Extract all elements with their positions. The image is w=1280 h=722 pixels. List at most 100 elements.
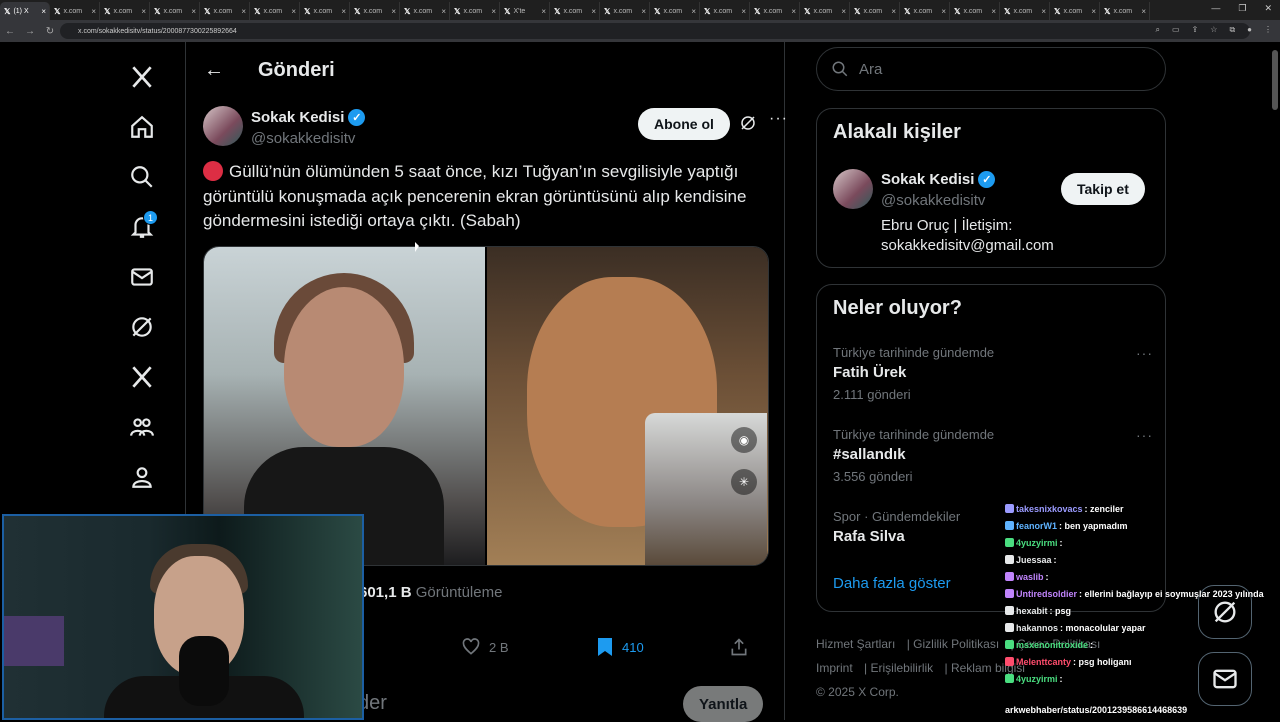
close-window-icon[interactable]: ✕: [1264, 3, 1272, 14]
chat-badge-icon: [1005, 640, 1014, 649]
browser-tab[interactable]: 𝕏x.com ×: [250, 2, 300, 20]
tab-close-icon[interactable]: ×: [1141, 7, 1146, 16]
menu-icon[interactable]: ⋮: [1264, 25, 1272, 35]
footer-link[interactable]: Erişilebilirlik: [870, 661, 933, 675]
browser-tab[interactable]: 𝕏 X'te ×: [500, 2, 550, 20]
browser-tab[interactable]: 𝕏x.com ×: [800, 2, 850, 20]
forward-nav-icon[interactable]: →: [20, 26, 40, 37]
browser-tab[interactable]: 𝕏x.com ×: [150, 2, 200, 20]
reload-icon[interactable]: ↻: [40, 26, 60, 37]
tab-close-icon[interactable]: ×: [591, 7, 596, 16]
chat-badge-icon: [1005, 572, 1014, 581]
grok-icon[interactable]: [120, 302, 164, 352]
trend-item[interactable]: Türkiye tarihinde gündemde Fatih Ürek 2.…: [833, 345, 1153, 402]
restore-icon[interactable]: ❐: [1238, 3, 1246, 14]
footer-link[interactable]: Gizlilik Politikası: [913, 637, 999, 651]
trend-more-icon[interactable]: ···: [1136, 427, 1153, 443]
show-more-link[interactable]: Daha fazla göster: [833, 575, 951, 592]
tab-close-icon[interactable]: ×: [1091, 7, 1096, 16]
tab-close-icon[interactable]: ×: [241, 7, 246, 16]
tab-close-icon[interactable]: ×: [1041, 7, 1046, 16]
tab-close-icon[interactable]: ×: [441, 7, 446, 16]
communities-icon[interactable]: [120, 402, 164, 452]
tab-close-icon[interactable]: ×: [141, 7, 146, 16]
tab-close-icon[interactable]: ×: [41, 7, 46, 16]
tab-close-icon[interactable]: ×: [341, 7, 346, 16]
notifications-icon[interactable]: 1: [120, 202, 164, 252]
tab-close-icon[interactable]: ×: [391, 7, 396, 16]
browser-tab[interactable]: 𝕏x.com ×: [200, 2, 250, 20]
tab-close-icon[interactable]: ×: [991, 7, 996, 16]
more-options-icon[interactable]: ···: [769, 110, 788, 128]
footer-link[interactable]: Imprint: [816, 661, 853, 675]
tab-close-icon[interactable]: ×: [791, 7, 796, 16]
tab-close-icon[interactable]: ×: [291, 7, 296, 16]
related-name[interactable]: Sokak Kedisi ✓: [881, 171, 996, 188]
browser-tab[interactable]: 𝕏x.com ×: [50, 2, 100, 20]
subscribe-button[interactable]: Abone ol: [638, 108, 730, 140]
reply-button[interactable]: Yanıtla: [683, 686, 764, 722]
premium-icon[interactable]: [120, 352, 164, 402]
x-logo-icon[interactable]: [120, 52, 164, 102]
home-icon[interactable]: [120, 102, 164, 152]
tab-close-icon[interactable]: ×: [691, 7, 696, 16]
chat-message: takesnixkovacs: zenciler: [1005, 500, 1275, 517]
profile-avatar-icon[interactable]: ●: [1247, 25, 1252, 35]
page-scrollbar[interactable]: [1272, 50, 1278, 110]
tab-close-icon[interactable]: ×: [91, 7, 96, 16]
share-icon[interactable]: ⇪: [1192, 25, 1199, 35]
browser-tab[interactable]: 𝕏x.com ×: [350, 2, 400, 20]
browser-tab[interactable]: 𝕏x.com ×: [1000, 2, 1050, 20]
tab-close-icon[interactable]: ×: [741, 7, 746, 16]
extensions-icon[interactable]: ⧉: [1229, 25, 1235, 35]
author-name[interactable]: Sokak Kedisi ✓: [251, 109, 366, 126]
url-field[interactable]: x.com/sokakkedisitv/status/2000877300225…: [60, 23, 1250, 39]
browser-tab[interactable]: 𝕏x.com ×: [900, 2, 950, 20]
browser-tab[interactable]: 𝕏x.com ×: [700, 2, 750, 20]
back-nav-icon[interactable]: ←: [0, 26, 20, 37]
tab-close-icon[interactable]: ×: [191, 7, 196, 16]
bookmark-star-icon[interactable]: ☆: [1210, 25, 1217, 35]
minimize-icon[interactable]: —: [1211, 3, 1220, 14]
chat-username: Juessaa: [1016, 554, 1052, 565]
tab-close-icon[interactable]: ×: [891, 7, 896, 16]
bookmark-action[interactable]: 410: [596, 637, 644, 657]
browser-tab[interactable]: 𝕏 (1) X ×: [0, 2, 50, 20]
cast-icon[interactable]: ▭: [1172, 25, 1180, 35]
tab-close-icon[interactable]: ×: [941, 7, 946, 16]
browser-tab[interactable]: 𝕏x.com ×: [400, 2, 450, 20]
browser-tab[interactable]: 𝕏x.com ×: [600, 2, 650, 20]
related-avatar[interactable]: [833, 169, 873, 209]
related-handle[interactable]: @sokakkedisitv: [881, 192, 985, 209]
trend-item[interactable]: Türkiye tarihinde gündemde #sallandık 3.…: [833, 427, 1153, 484]
browser-tab[interactable]: 𝕏x.com ×: [750, 2, 800, 20]
tab-close-icon[interactable]: ×: [641, 7, 646, 16]
tab-close-icon[interactable]: ×: [841, 7, 846, 16]
follow-button[interactable]: Takip et: [1061, 173, 1145, 205]
search-field[interactable]: Ara: [816, 47, 1166, 91]
x-favicon-icon: 𝕏: [404, 6, 411, 16]
browser-tab[interactable]: 𝕏x.com ×: [300, 2, 350, 20]
footer-link[interactable]: Hizmet Şartları: [816, 637, 895, 651]
tab-close-icon[interactable]: ×: [491, 7, 496, 16]
author-avatar[interactable]: [203, 106, 243, 146]
browser-tab[interactable]: 𝕏x.com ×: [550, 2, 600, 20]
browser-tab[interactable]: 𝕏x.com ×: [850, 2, 900, 20]
browser-tab[interactable]: 𝕏x.com ×: [450, 2, 500, 20]
browser-tab[interactable]: 𝕏x.com ×: [1100, 2, 1150, 20]
share-action[interactable]: [729, 637, 749, 657]
messages-icon[interactable]: [120, 252, 164, 302]
browser-tab[interactable]: 𝕏x.com ×: [100, 2, 150, 20]
like-action[interactable]: 2 B: [461, 637, 509, 657]
browser-tab[interactable]: 𝕏x.com ×: [650, 2, 700, 20]
tab-close-icon[interactable]: ×: [541, 7, 546, 16]
trend-more-icon[interactable]: ···: [1136, 345, 1153, 361]
grok-explain-icon[interactable]: [739, 114, 757, 132]
browser-tab[interactable]: 𝕏x.com ×: [950, 2, 1000, 20]
search-icon[interactable]: [120, 152, 164, 202]
browser-tab[interactable]: 𝕏x.com ×: [1050, 2, 1100, 20]
back-arrow-icon[interactable]: ←: [204, 59, 244, 82]
profile-icon[interactable]: [120, 452, 164, 502]
author-handle[interactable]: @sokakkedisitv: [251, 130, 355, 147]
zoom-icon[interactable]: ⌕: [1156, 25, 1160, 35]
